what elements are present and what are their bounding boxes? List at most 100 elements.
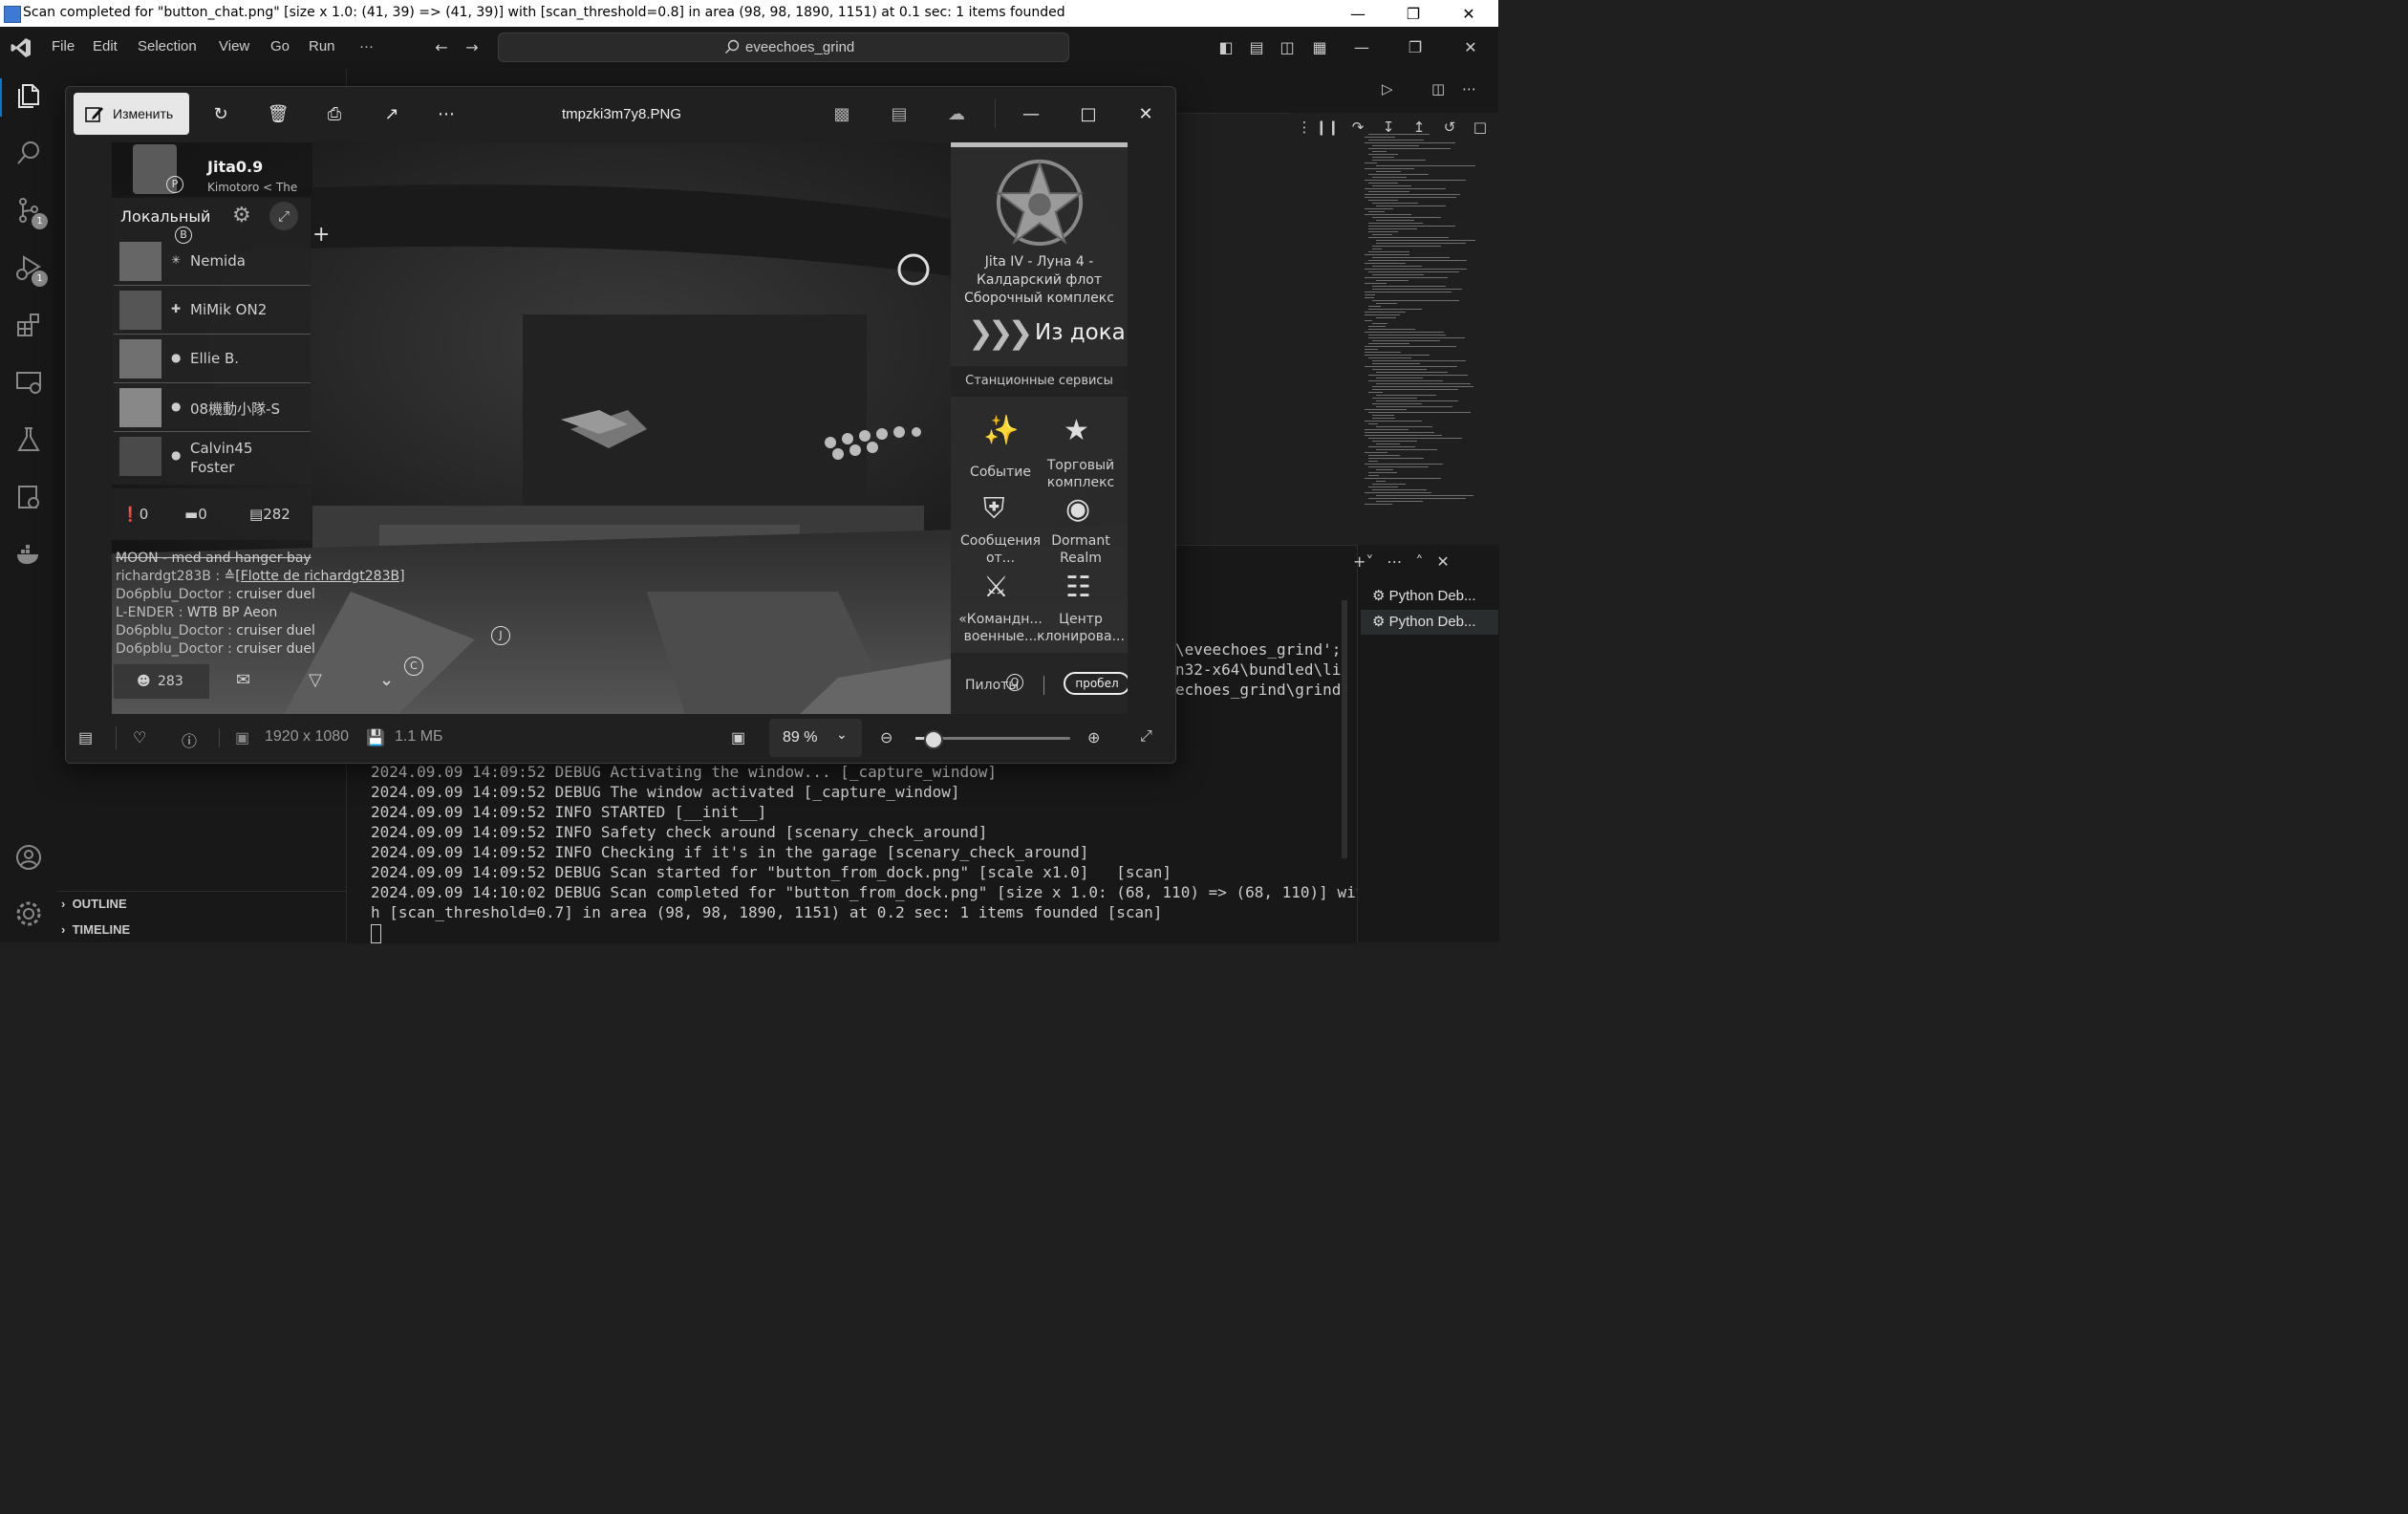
edit-button[interactable]: Изменить <box>74 93 189 135</box>
chat-message: cruiser duel <box>236 641 315 657</box>
minimap-line <box>1372 203 1418 204</box>
menu-run[interactable]: Run <box>309 38 335 54</box>
menu-selection[interactable]: Selection <box>138 38 197 54</box>
viewer-minimize-icon[interactable]: — <box>1020 102 1043 125</box>
service-dormant-realm-button[interactable]: ◉ Dormant Realm <box>1035 492 1127 569</box>
service-commander-button[interactable]: ⚔ «Командн... военные... <box>955 571 1046 647</box>
editor-more-icon[interactable]: ⋯ <box>1462 80 1483 101</box>
delete-icon[interactable]: 🗑 <box>267 102 290 125</box>
maximize-panel-icon[interactable]: ˄ <box>1415 552 1423 573</box>
mail-icon[interactable]: ✉ <box>236 670 250 690</box>
fullscreen-icon[interactable]: ⤢ <box>1140 728 1152 746</box>
minimap-line <box>1365 168 1414 169</box>
terminal-session[interactable]: ⚙ Python Deb... <box>1372 613 1476 630</box>
zoom-slider[interactable] <box>915 730 1070 749</box>
service-clone-center-button[interactable]: ☷ Центр клонирова... <box>1035 571 1127 647</box>
vscode-close-icon[interactable]: ✕ <box>1460 36 1481 57</box>
terminal-line: 2024.09.09 14:09:52 DEBUG Scan started f… <box>371 863 1172 881</box>
collapse-chat-icon[interactable]: ⤢ <box>269 202 298 230</box>
command-center-search[interactable]: eveechoes_grind <box>498 32 1069 62</box>
search-sidebar-icon[interactable] <box>11 136 46 170</box>
manage-gear-icon[interactable] <box>11 897 46 931</box>
drag-handle-icon[interactable]: ⋮ <box>1294 117 1315 138</box>
split-editor-icon[interactable]: ◫ <box>1431 80 1452 101</box>
customize-layout-icon[interactable]: ▦ <box>1309 36 1330 57</box>
chat-settings-gear-icon[interactable]: ⚙ <box>232 204 251 227</box>
filter-icon[interactable]: ▽ <box>309 670 322 690</box>
minimize-button[interactable]: — <box>1336 0 1380 27</box>
zoom-out-icon[interactable]: ⊖ <box>880 728 892 747</box>
more-options-icon[interactable]: ⋯ <box>435 102 458 125</box>
fleet-link[interactable]: [Flotte de richardgt283B] <box>235 569 404 584</box>
account-icon[interactable] <box>11 840 46 875</box>
cloud-icon[interactable]: ☁ <box>945 102 968 125</box>
forward-arrow-icon[interactable]: → <box>462 36 483 57</box>
rotate-icon[interactable]: ↻ <box>209 102 232 125</box>
zoom-dropdown[interactable]: 89 % ⌄ <box>769 719 862 757</box>
video-app-icon[interactable]: ▤ <box>888 102 911 125</box>
terminal-more-icon[interactable]: ⋯ <box>1387 552 1402 573</box>
new-terminal-icon[interactable]: +˅ <box>1353 552 1373 573</box>
undock-button[interactable]: ❯❯❯ Из дока <box>951 311 1128 358</box>
chevron-down-icon[interactable]: ⌄ <box>379 670 394 690</box>
print-icon[interactable]: ⎙ <box>323 102 346 125</box>
chat-log-line: Do6pblu_Doctor : cruiser duel <box>116 623 315 638</box>
spacebar-hint[interactable]: пробел <box>1064 672 1128 695</box>
terminal-scrollbar[interactable] <box>1342 600 1347 858</box>
zoom-in-icon[interactable]: ⊕ <box>1087 728 1100 747</box>
extensions-icon[interactable] <box>11 308 46 342</box>
minimap-line <box>1365 214 1411 215</box>
minimap-line <box>1372 441 1417 442</box>
actual-size-icon[interactable]: ▣ <box>731 728 745 747</box>
minimap-line <box>1365 464 1443 465</box>
menu-view[interactable]: View <box>219 38 249 54</box>
edit-image-icon <box>85 107 103 122</box>
service-event-button[interactable]: ✨ Событие <box>955 412 1046 488</box>
chat-message: WTB BP Aeon <box>186 605 278 620</box>
share-icon[interactable]: ↗ <box>380 102 403 125</box>
vscode-restore-icon[interactable]: ❐ <box>1405 36 1426 57</box>
menu-more[interactable]: ··· <box>359 38 374 54</box>
vscode-minimize-icon[interactable]: — <box>1351 36 1372 57</box>
close-button[interactable]: ✕ <box>1447 0 1491 27</box>
filmstrip-icon[interactable]: ▤ <box>78 728 93 747</box>
docker-icon[interactable] <box>11 537 46 572</box>
settings-sync-icon[interactable] <box>11 480 46 514</box>
explorer-icon[interactable] <box>11 78 46 113</box>
chat-member-row[interactable]: ● 08機動小隊-S <box>114 384 311 432</box>
testing-icon[interactable] <box>11 422 46 457</box>
favorite-heart-icon[interactable]: ♡ <box>133 728 146 747</box>
image-app-icon[interactable]: ▩ <box>830 102 853 125</box>
chat-member-row[interactable]: ✚ MiMik ON2 <box>114 287 311 335</box>
chat-member-row[interactable]: ✳ Nemida <box>114 238 311 286</box>
toggle-secondary-sidebar-icon[interactable]: ◫ <box>1277 36 1298 57</box>
toggle-panel-icon[interactable]: ▤ <box>1246 36 1267 57</box>
terminal-session[interactable]: ⚙ Python Deb... <box>1372 587 1476 604</box>
service-market-button[interactable]: ★ Торговый комплекс <box>1035 412 1127 490</box>
add-chat-icon[interactable]: + <box>312 223 330 247</box>
service-messages-button[interactable]: ⛨ Сообщения от... <box>955 492 1046 569</box>
timeline-section[interactable]: › TIMELINE <box>61 922 130 937</box>
minimap-line <box>1368 226 1455 227</box>
chat-member-row[interactable]: ● Ellie B. <box>114 335 311 383</box>
menu-edit[interactable]: Edit <box>93 38 118 54</box>
run-file-icon[interactable]: ▷ <box>1382 80 1403 101</box>
local-chat-tab[interactable]: Локальный <box>120 207 210 226</box>
viewer-maximize-icon[interactable]: □ <box>1077 102 1100 125</box>
pause-icon[interactable]: ❙❙ <box>1315 117 1339 138</box>
outline-section[interactable]: › OUTLINE <box>61 897 127 911</box>
close-panel-icon[interactable]: ✕ <box>1436 552 1449 573</box>
remote-explorer-icon[interactable] <box>11 365 46 400</box>
menu-file[interactable]: File <box>52 38 75 54</box>
minimap-line <box>1376 400 1458 401</box>
back-arrow-icon[interactable]: ← <box>431 36 452 57</box>
menu-go[interactable]: Go <box>270 38 290 54</box>
toggle-primary-sidebar-icon[interactable]: ◧ <box>1215 36 1236 57</box>
pilot-count-button[interactable]: ☻ 283 <box>114 664 209 699</box>
restore-button[interactable]: ❐ <box>1391 0 1435 27</box>
run-debug-icon[interactable]: 1 <box>11 250 48 287</box>
info-icon[interactable]: ⓘ <box>182 728 197 751</box>
viewer-close-icon[interactable]: ✕ <box>1134 102 1157 125</box>
chat-member-row[interactable]: ● Calvin45 Foster <box>114 433 311 481</box>
source-control-icon[interactable]: 1 <box>11 193 48 229</box>
